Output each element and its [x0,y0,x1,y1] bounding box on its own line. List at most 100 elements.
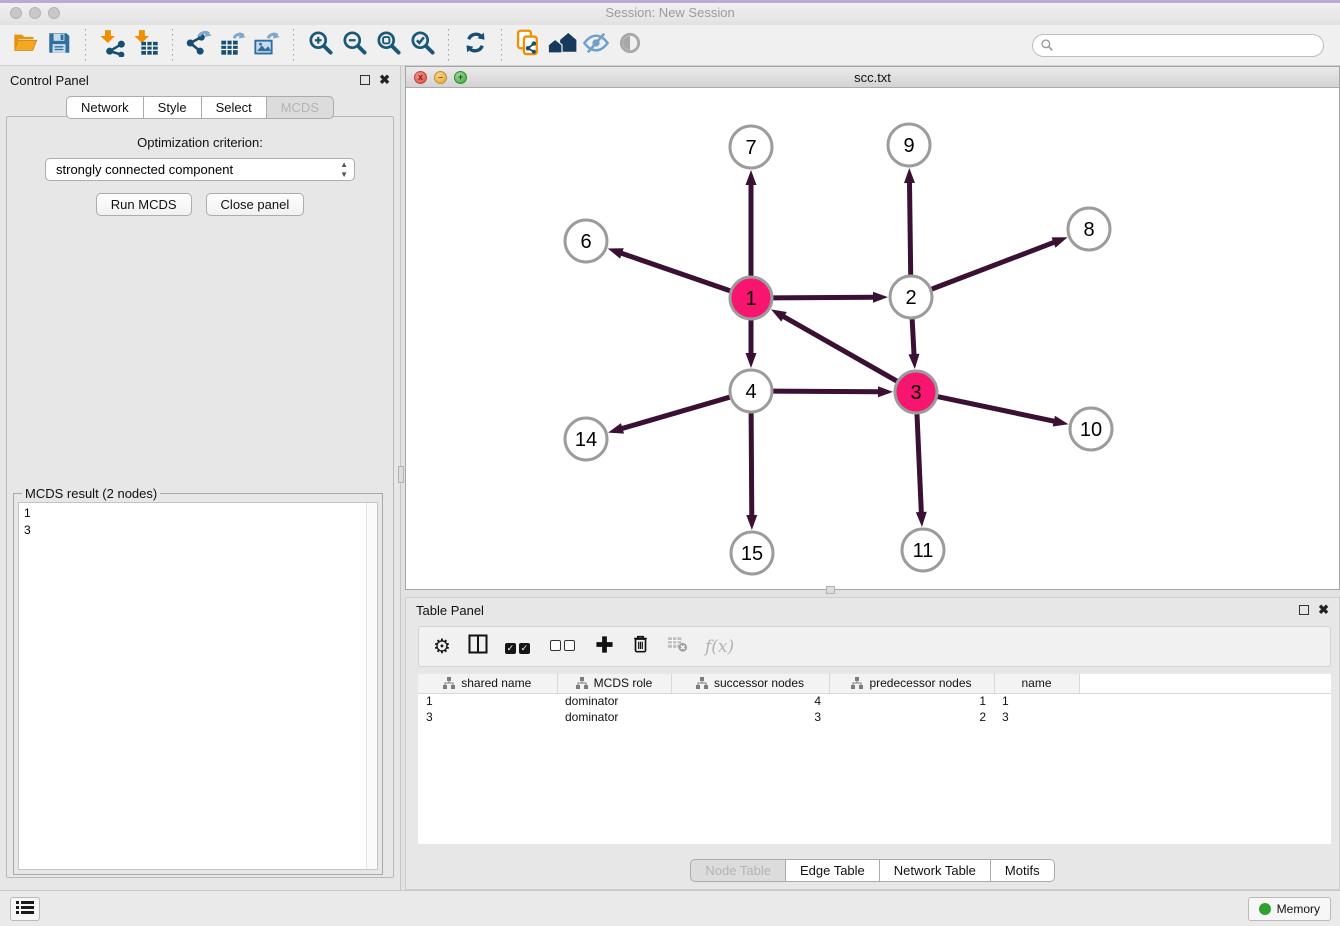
select-all-columns-button[interactable]: ✓✓ [505,638,533,656]
graph-node-9[interactable]: 9 [888,124,930,166]
delete-table-icon [667,635,688,658]
optimization-criterion-select[interactable]: strongly connected component ▲▼ [45,158,355,181]
export-table-button[interactable] [216,29,250,61]
graph-edge[interactable] [936,396,1056,421]
table-panel-float-icon[interactable] [1299,605,1309,615]
table-settings-button[interactable]: ⚙ [433,634,451,659]
table-cell[interactable]: 3 [671,709,829,725]
task-history-button[interactable] [10,897,40,921]
close-panel-button[interactable]: Close panel [206,193,305,216]
graph-node-6[interactable]: 6 [565,220,607,262]
tab-edge-table[interactable]: Edge Table [786,859,880,882]
graph-node-4[interactable]: 4 [730,370,772,412]
tab-network[interactable]: Network [66,96,144,119]
column-header-mcds-role[interactable]: MCDS role [557,674,671,693]
mcds-result-title: MCDS result (2 nodes) [22,486,160,501]
run-mcds-button[interactable]: Run MCDS [96,193,192,216]
tab-select[interactable]: Select [202,96,267,119]
tab-node-table[interactable]: Node Table [690,859,786,882]
column-header-successor-nodes[interactable]: successor nodes [671,674,829,693]
graph-edge[interactable] [771,297,875,298]
table-cell[interactable]: dominator [557,709,671,725]
result-scrollbar[interactable] [366,503,377,869]
add-column-button[interactable] [595,635,614,659]
graph-node-15[interactable]: 15 [731,532,773,574]
network-window-titlebar[interactable]: x – + scc.txt [406,67,1339,88]
toolbar-separator [85,29,86,61]
table-row[interactable]: 3dominator323 [418,709,1331,725]
graph-edge[interactable] [917,412,922,514]
graph-node-label: 9 [903,135,914,157]
hierarchy-icon [696,677,708,689]
column-header-shared-name[interactable]: shared name [418,674,557,693]
app-titlebar: Session: New Session [0,0,1340,22]
control-panel: Control Panel ✖ Network Style Select MCD… [0,66,401,890]
graph-edge[interactable] [930,242,1056,290]
network-canvas[interactable]: 7 9 6 8 1 2 4 3 14 10 15 11 [406,88,1339,589]
table-cell[interactable]: 1 [418,693,557,709]
table-cell[interactable]: dominator [557,693,671,709]
open-session-button[interactable] [8,29,42,61]
column-header-name[interactable]: name [994,674,1079,693]
clone-network-button[interactable] [511,29,545,61]
zoom-in-button[interactable] [303,29,337,61]
control-panel-close-icon[interactable]: ✖ [379,75,390,85]
graph-edge-arrowhead [1053,416,1069,427]
mcds-result-text[interactable]: 1 3 [18,502,378,870]
memory-button[interactable]: Memory [1248,897,1331,921]
table-row[interactable]: 1dominator411 [418,693,1331,709]
hide-panels-button[interactable] [579,29,613,61]
graph-edge[interactable] [782,316,898,382]
tab-network-table[interactable]: Network Table [880,859,991,882]
tab-style[interactable]: Style [144,96,202,119]
refresh-layout-button[interactable] [458,29,492,61]
column-header-predecessor-nodes[interactable]: predecessor nodes [829,674,994,693]
delete-table-button[interactable] [667,635,688,658]
graph-node-11[interactable]: 11 [902,529,944,571]
show-columns-button[interactable] [468,634,488,659]
delete-column-button[interactable] [631,634,650,659]
show-panels-button[interactable] [613,29,647,61]
graph-edge[interactable] [621,397,732,429]
graph-edge[interactable] [909,181,910,277]
graph-edge-arrowhead [746,353,757,368]
table-cell[interactable]: 3 [418,709,557,725]
tab-motifs[interactable]: Motifs [991,859,1055,882]
table-cell[interactable]: 1 [829,693,994,709]
graph-node-2[interactable]: 2 [890,276,932,318]
graph-edge[interactable] [620,253,732,292]
function-builder-button[interactable]: f(x) [705,637,734,657]
search-input[interactable] [1032,34,1324,57]
table-cell[interactable]: 4 [671,693,829,709]
import-table-button[interactable] [129,29,163,61]
split-pane-handle[interactable] [826,586,835,594]
deselect-all-columns-button[interactable] [550,638,578,656]
home-button[interactable] [545,29,579,61]
table-cell[interactable]: 3 [994,709,1079,725]
export-image-button[interactable] [250,29,284,61]
graph-node-7[interactable]: 7 [730,126,772,168]
tab-mcds[interactable]: MCDS [267,96,334,119]
graph-edge[interactable] [912,317,914,356]
zoom-out-icon [341,29,368,61]
table-panel-title: Table Panel [416,603,484,618]
zoom-selected-button[interactable] [405,29,439,61]
table-cell[interactable]: 2 [829,709,994,725]
graph-edge[interactable] [751,411,752,517]
panel-divider-handle[interactable] [398,466,404,483]
table-panel-close-icon[interactable]: ✖ [1318,605,1329,615]
graph-node-3[interactable]: 3 [895,371,937,413]
toolbar-separator [501,29,502,61]
zoom-fit-button[interactable] [371,29,405,61]
export-network-button[interactable] [182,29,216,61]
graph-node-14[interactable]: 14 [565,418,607,460]
graph-node-8[interactable]: 8 [1068,208,1110,250]
import-network-button[interactable] [95,29,129,61]
save-session-button[interactable] [42,29,76,61]
table-cell[interactable]: 1 [994,693,1079,709]
zoom-out-button[interactable] [337,29,371,61]
graph-node-1[interactable]: 1 [730,277,772,319]
graph-edge[interactable] [771,391,880,392]
control-panel-float-icon[interactable] [360,75,370,85]
graph-node-10[interactable]: 10 [1070,408,1112,450]
